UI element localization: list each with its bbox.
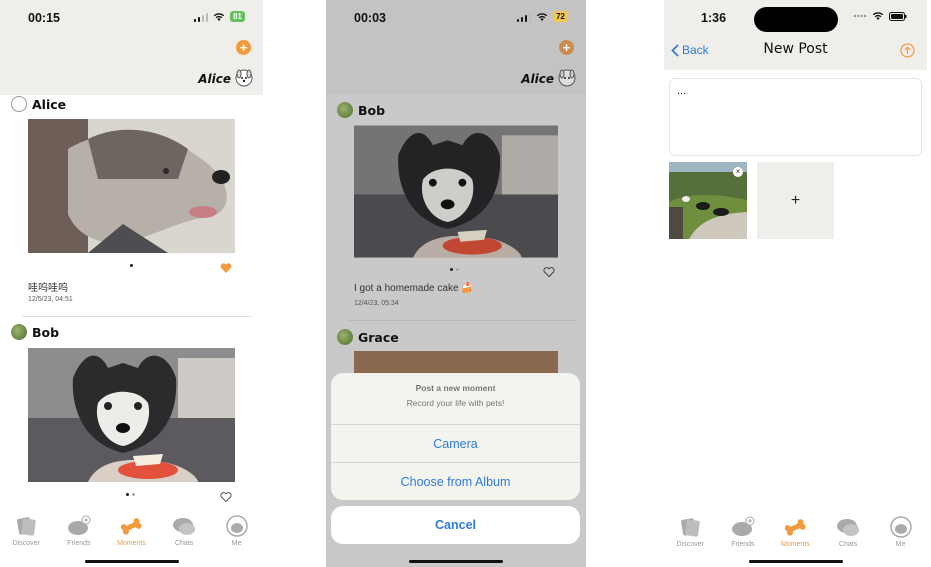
post-timestamp: 12/4/23, 05:34 bbox=[354, 300, 399, 307]
moments-sheet-screen: 00:03 72 + Alice Bob I got a homemade ca… bbox=[326, 0, 586, 567]
cellular-icon bbox=[193, 12, 209, 22]
divider bbox=[22, 316, 252, 317]
tab-me[interactable]: Me bbox=[876, 511, 926, 567]
selected-photo-thumbnail[interactable]: × bbox=[669, 162, 747, 239]
bone-icon bbox=[785, 519, 807, 536]
wifi-icon bbox=[872, 12, 884, 20]
tab-label: Discover bbox=[676, 541, 704, 548]
post-timestamp: 12/5/23, 04:51 bbox=[28, 296, 73, 303]
post-photo-husky-cake[interactable] bbox=[28, 348, 235, 482]
tab-moments[interactable]: Moments bbox=[770, 511, 820, 567]
post-header: Alice bbox=[11, 96, 66, 112]
photo-page-indicator bbox=[130, 264, 133, 267]
heart-outline-icon[interactable] bbox=[543, 266, 555, 278]
tab-bar: Discover Friends Moments Chats Me bbox=[0, 510, 263, 567]
home-indicator bbox=[84, 560, 179, 563]
cards-icon bbox=[681, 518, 701, 537]
post-header: Bob bbox=[11, 324, 59, 340]
tab-label: Me bbox=[895, 541, 906, 548]
avatar[interactable] bbox=[337, 102, 353, 118]
tab-label: Moments bbox=[117, 540, 146, 547]
post-caption: I got a homemade cake 🍰 bbox=[354, 283, 474, 294]
add-photo-button[interactable]: + bbox=[757, 162, 834, 239]
tab-label: Discover bbox=[12, 540, 40, 547]
home-indicator bbox=[748, 560, 843, 563]
divider bbox=[348, 320, 576, 321]
heart-filled-icon[interactable] bbox=[220, 262, 232, 274]
tab-friends[interactable]: Friends bbox=[54, 510, 104, 567]
battery-indicator: 81 bbox=[230, 11, 245, 22]
heart-outline-icon[interactable] bbox=[220, 491, 232, 503]
tab-bar: Discover Friends Moments Chats Me bbox=[664, 511, 927, 567]
post-header: Grace bbox=[337, 329, 399, 345]
dog-avatar-icon[interactable] bbox=[557, 68, 577, 88]
tab-label: Chats bbox=[838, 541, 858, 548]
tab-me[interactable]: Me bbox=[212, 510, 262, 567]
new-post-screen: 1:36 Back New Post ... × + Discover Frie… bbox=[664, 0, 927, 567]
post-caption: 哇呜哇呜 bbox=[28, 283, 68, 294]
choose-from-album-option[interactable]: Choose from Album bbox=[331, 462, 580, 500]
battery-icon bbox=[889, 11, 907, 21]
dog-add-icon bbox=[731, 516, 755, 536]
upload-icon[interactable] bbox=[900, 43, 915, 58]
photo-page-indicator bbox=[450, 268, 459, 271]
cellular-icon bbox=[516, 12, 532, 22]
chat-bubbles-icon bbox=[837, 519, 860, 536]
status-time: 00:15 bbox=[28, 11, 60, 25]
post-text-input[interactable]: ... bbox=[669, 78, 922, 156]
chat-bubbles-icon bbox=[173, 518, 196, 535]
camera-option[interactable]: Camera bbox=[331, 424, 580, 462]
status-time: 00:03 bbox=[354, 11, 386, 25]
tab-discover[interactable]: Discover bbox=[665, 511, 715, 567]
new-moment-button[interactable]: + bbox=[236, 40, 251, 55]
bone-icon bbox=[121, 518, 143, 535]
dog-add-icon bbox=[67, 515, 91, 535]
cards-icon bbox=[17, 517, 37, 536]
dog-avatar-icon bbox=[225, 515, 248, 537]
status-time: 1:36 bbox=[701, 11, 727, 25]
dog-avatar-icon bbox=[889, 516, 912, 538]
moments-screen: 00:15 81 + Alice Alice 哇呜哇呜 12/5/23, 04:… bbox=[0, 0, 263, 567]
avatar[interactable] bbox=[337, 329, 353, 345]
post-author[interactable]: Alice bbox=[32, 97, 66, 112]
cellular-icon bbox=[853, 14, 867, 18]
new-moment-button[interactable]: + bbox=[559, 40, 574, 55]
tab-label: Me bbox=[231, 540, 242, 547]
status-bar: 00:15 81 bbox=[0, 0, 263, 36]
home-indicator bbox=[409, 560, 503, 563]
post-author[interactable]: Bob bbox=[358, 103, 385, 118]
post-header: Bob bbox=[337, 102, 385, 118]
remove-photo-button[interactable]: × bbox=[733, 167, 743, 177]
page-title: New Post bbox=[763, 41, 828, 57]
avatar[interactable] bbox=[11, 96, 27, 112]
tab-label: Friends bbox=[67, 540, 91, 547]
tab-friends[interactable]: Friends bbox=[718, 511, 768, 567]
post-photo-husky-cake[interactable] bbox=[354, 125, 558, 258]
header-username: Alice bbox=[521, 72, 554, 86]
cancel-button[interactable]: Cancel bbox=[331, 506, 580, 544]
header-username: Alice bbox=[198, 72, 231, 86]
action-sheet: Post a new moment Record your life with … bbox=[331, 373, 580, 500]
tab-moments[interactable]: Moments bbox=[106, 510, 156, 567]
dog-avatar-icon[interactable] bbox=[234, 68, 254, 88]
post-photo-husky-profile[interactable] bbox=[28, 119, 235, 253]
post-author[interactable]: Grace bbox=[358, 330, 399, 345]
status-bar: 1:36 bbox=[664, 0, 927, 36]
tab-label: Chats bbox=[174, 540, 194, 547]
status-bar: 00:03 72 bbox=[326, 0, 586, 36]
sheet-title: Post a new moment bbox=[415, 383, 496, 393]
tab-label: Friends bbox=[731, 541, 755, 548]
tab-chats[interactable]: Chats bbox=[159, 510, 209, 567]
tab-label: Moments bbox=[781, 541, 810, 548]
avatar[interactable] bbox=[11, 324, 27, 340]
photo-page-indicator bbox=[126, 493, 135, 496]
post-author[interactable]: Bob bbox=[32, 325, 59, 340]
tab-chats[interactable]: Chats bbox=[823, 511, 873, 567]
wifi-icon bbox=[536, 12, 548, 21]
battery-indicator: 72 bbox=[553, 11, 568, 22]
sheet-subtitle: Record your life with pets! bbox=[406, 398, 505, 408]
tab-discover[interactable]: Discover bbox=[1, 510, 51, 567]
wifi-icon bbox=[213, 12, 225, 21]
